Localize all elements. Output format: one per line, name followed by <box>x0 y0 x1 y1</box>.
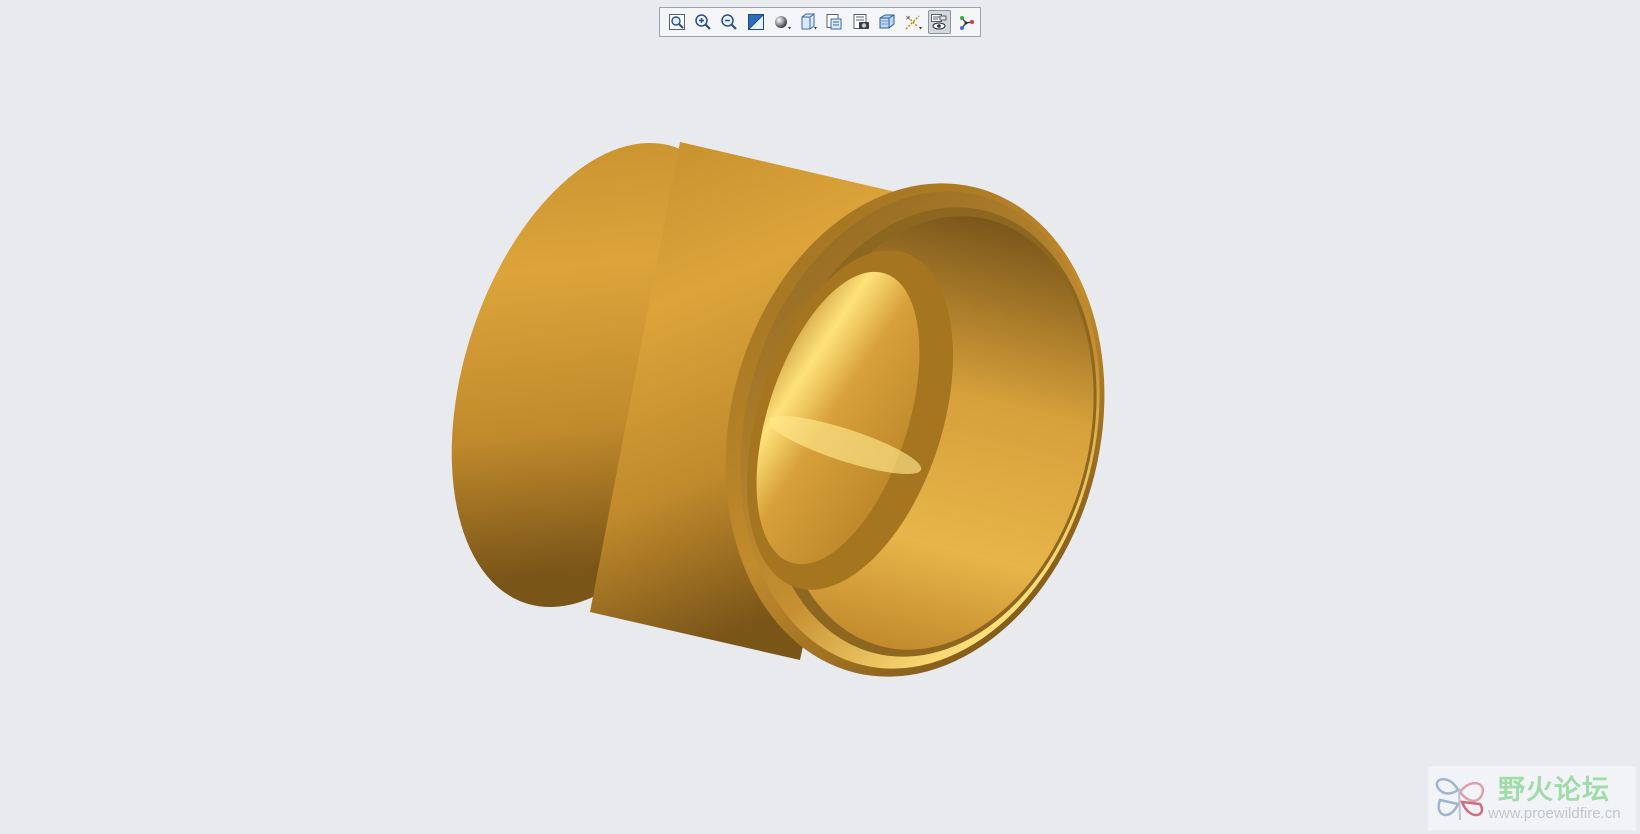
butterfly-logo-icon <box>1435 778 1485 821</box>
watermark: 野火论坛 www.proewildfire.cn <box>1428 766 1636 830</box>
graphics-window[interactable]: × 野火论坛 www.proewildfire.cn <box>0 0 1640 834</box>
bushing-3d-model[interactable] <box>0 0 1640 834</box>
watermark-title: 野火论坛 <box>1498 775 1610 806</box>
watermark-url: www.proewildfire.cn <box>1488 805 1621 822</box>
